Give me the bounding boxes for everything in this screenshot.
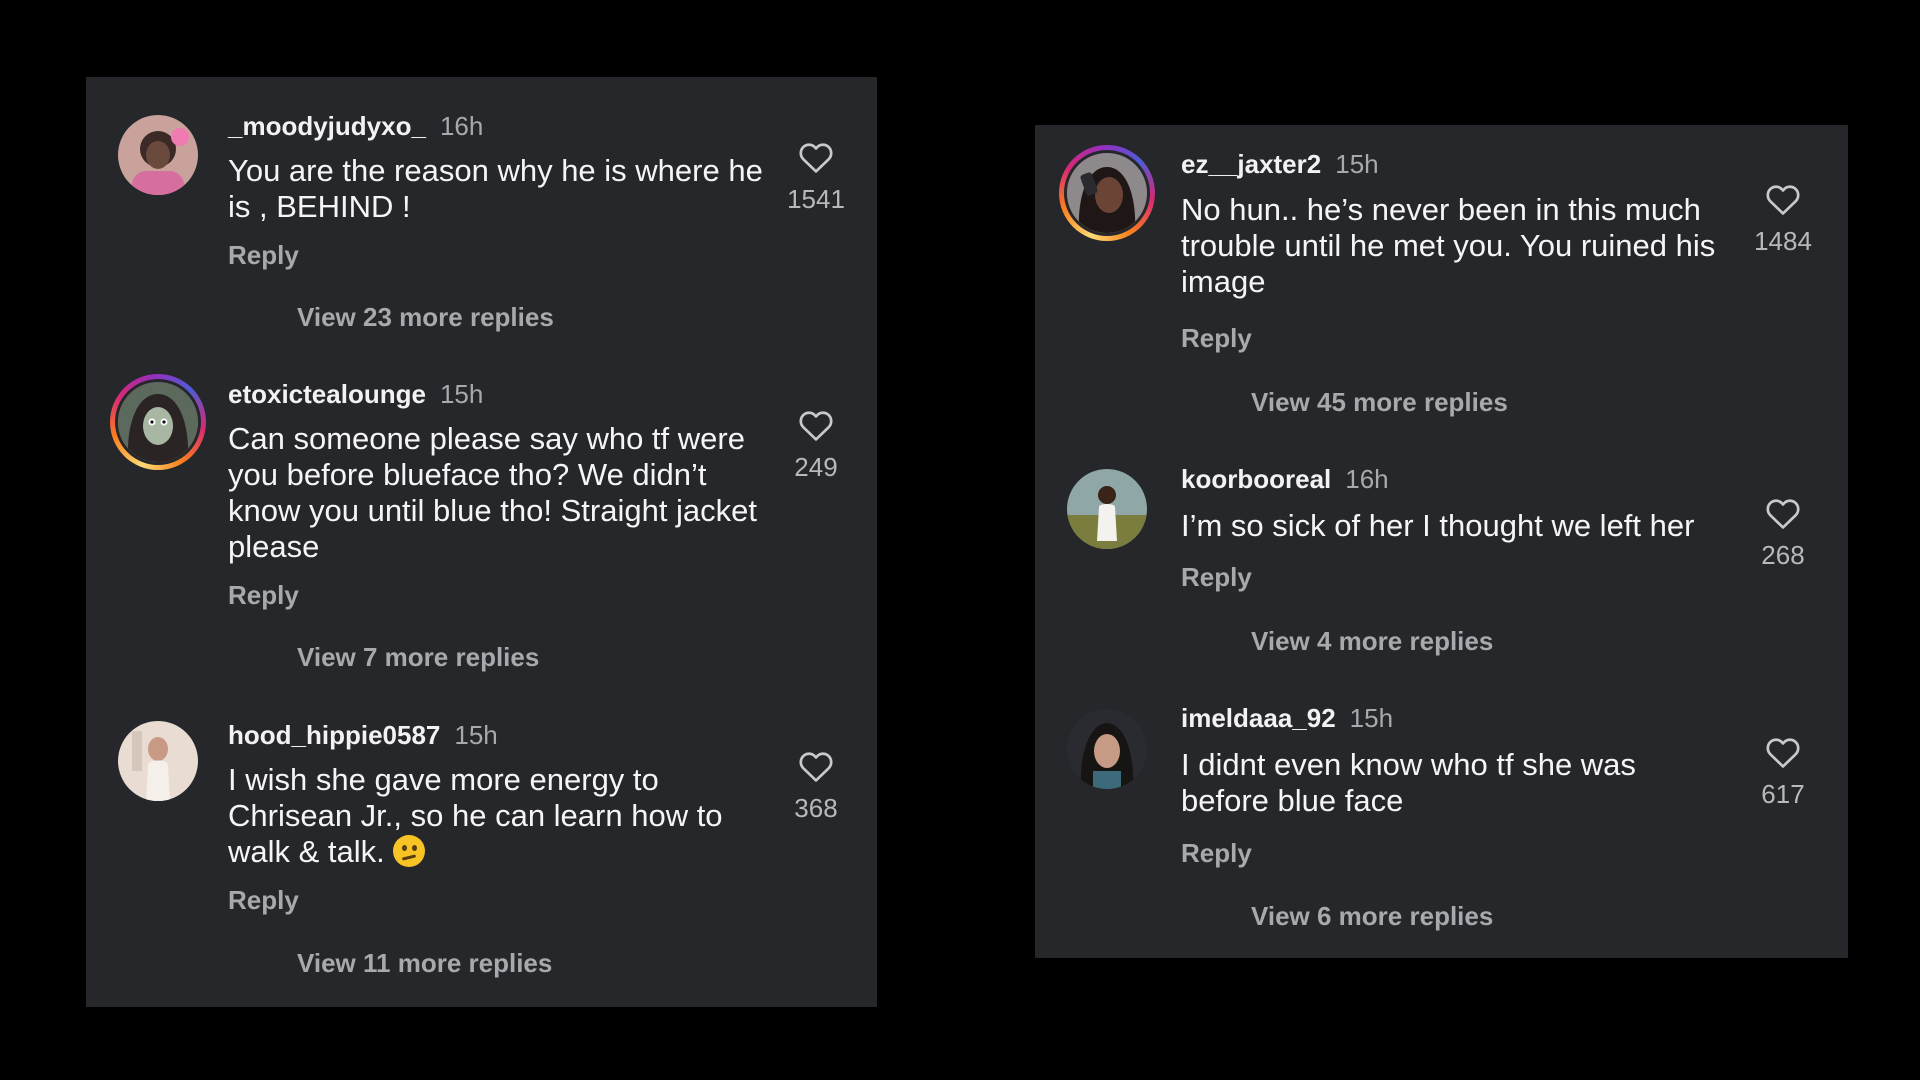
comment-header: hood_hippie0587 15h xyxy=(228,720,498,750)
avatar-image-icon xyxy=(1067,469,1147,549)
username-link[interactable]: ez__jaxter2 xyxy=(1181,149,1321,179)
like-control: 368 xyxy=(771,750,861,823)
comment-time: 15h xyxy=(439,379,484,409)
like-count: 617 xyxy=(1761,779,1805,809)
avatar[interactable] xyxy=(1059,701,1155,797)
view-more-replies-link[interactable]: View 11 more replies xyxy=(297,948,552,978)
heart-icon[interactable] xyxy=(1765,736,1801,769)
comment-text: I didnt even know who tf she was before … xyxy=(1181,747,1636,818)
view-more-replies-link[interactable]: View 6 more replies xyxy=(1251,901,1493,931)
avatar[interactable] xyxy=(1059,145,1155,241)
view-more-replies-link[interactable]: View 4 more replies xyxy=(1251,626,1493,656)
like-count: 368 xyxy=(794,793,838,823)
comment-header: etoxictealounge 15h xyxy=(228,379,483,409)
comment-text: Can someone please say who tf were you b… xyxy=(228,421,758,564)
comment-header: koorbooreal 16h xyxy=(1181,464,1389,494)
comment-time: 15h xyxy=(1349,703,1394,733)
avatar[interactable] xyxy=(110,374,206,470)
reply-button[interactable]: Reply xyxy=(1181,562,1252,592)
reply-button[interactable]: Reply xyxy=(1181,323,1252,353)
comment-text-content: I wish she gave more energy to Chrisean … xyxy=(228,762,723,869)
avatar-image-icon xyxy=(1067,709,1147,789)
avatar-image-icon xyxy=(118,721,198,801)
comment-header: _moodyjudyxo_ 16h xyxy=(228,111,483,141)
comment-time: 15h xyxy=(454,720,498,750)
reply-button[interactable]: Reply xyxy=(228,885,299,915)
comment-text: I wish she gave more energy to Chrisean … xyxy=(228,762,773,870)
comments-panel-left: _moodyjudyxo_ 16h You are the reason why … xyxy=(86,77,877,1007)
username-link[interactable]: imeldaaa_92 xyxy=(1181,703,1336,733)
heart-icon[interactable] xyxy=(798,141,834,174)
avatar-image-icon xyxy=(1067,153,1147,233)
comment-time: 16h xyxy=(1345,464,1389,494)
like-control: 249 xyxy=(771,409,861,482)
screenshot-stage: _moodyjudyxo_ 16h You are the reason why … xyxy=(0,0,1920,1080)
heart-icon[interactable] xyxy=(798,409,834,442)
avatar-image-icon xyxy=(118,382,198,462)
reply-button[interactable]: Reply xyxy=(228,580,299,610)
confused-face-emoji-icon xyxy=(393,835,426,867)
avatar[interactable] xyxy=(110,713,206,809)
like-count: 249 xyxy=(794,452,838,482)
username-link[interactable]: etoxictealounge xyxy=(228,379,426,409)
reply-button[interactable]: Reply xyxy=(1181,838,1252,868)
like-count: 1541 xyxy=(787,184,845,214)
like-control: 617 xyxy=(1738,736,1828,809)
avatar[interactable] xyxy=(110,107,206,203)
heart-icon[interactable] xyxy=(1765,183,1801,216)
comments-panel-right: ez__jaxter2 15h No hun.. he’s never been … xyxy=(1035,125,1848,958)
view-more-replies-link[interactable]: View 23 more replies xyxy=(297,302,554,332)
comment-text: You are the reason why he is where he is… xyxy=(228,153,763,224)
like-count: 268 xyxy=(1761,540,1805,570)
comment-time: 15h xyxy=(1335,149,1379,179)
reply-button[interactable]: Reply xyxy=(228,240,299,270)
like-count: 1484 xyxy=(1754,226,1812,256)
username-link[interactable]: hood_hippie0587 xyxy=(228,720,440,750)
like-control: 1484 xyxy=(1738,183,1828,256)
comment-text: No hun.. he’s never been in this much tr… xyxy=(1181,192,1716,299)
heart-icon[interactable] xyxy=(798,750,834,783)
view-more-replies-link[interactable]: View 45 more replies xyxy=(1251,387,1508,417)
view-more-replies-link[interactable]: View 7 more replies xyxy=(297,642,539,672)
heart-icon[interactable] xyxy=(1765,497,1801,530)
like-control: 1541 xyxy=(771,141,861,214)
comment-time: 16h xyxy=(439,111,484,141)
comment-header: imeldaaa_92 15h xyxy=(1181,703,1393,733)
username-link[interactable]: _moodyjudyxo_ xyxy=(228,111,426,141)
comment-text: I’m so sick of her I thought we left her xyxy=(1181,508,1695,543)
comment-header: ez__jaxter2 15h xyxy=(1181,149,1379,179)
like-control: 268 xyxy=(1738,497,1828,570)
avatar-image-icon xyxy=(118,115,198,195)
avatar[interactable] xyxy=(1059,461,1155,557)
username-link[interactable]: koorbooreal xyxy=(1181,464,1331,494)
